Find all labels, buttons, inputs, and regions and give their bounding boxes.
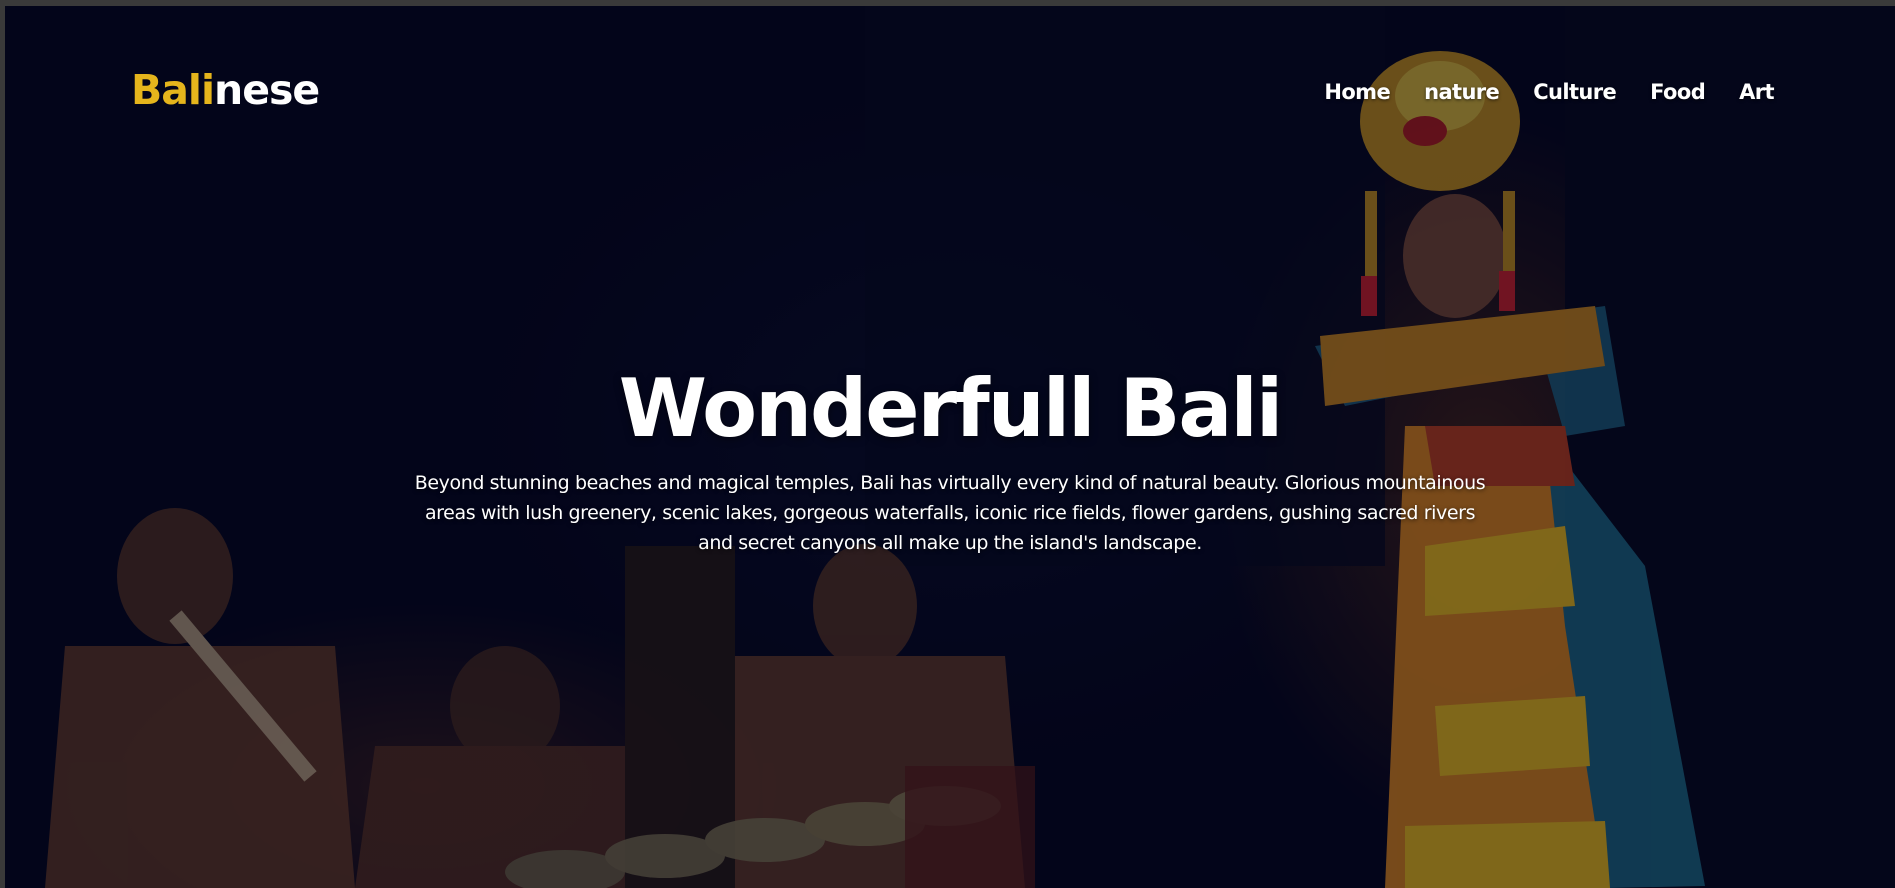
logo-rest-text: nese [214, 66, 320, 114]
hero-description: Beyond stunning beaches and magical temp… [414, 472, 1486, 554]
logo-accent-text: Bali [131, 66, 215, 114]
hero-title: Wonderfull Bali [618, 362, 1284, 455]
site-logo[interactable]: Balinese [131, 64, 320, 116]
hero-content: Wonderfull Bali Beyond stunning beaches … [5, 361, 1895, 558]
nav-art-link[interactable]: Art [1739, 78, 1774, 106]
hero-section: Balinese Home nature Culture Food Art Wo… [5, 6, 1895, 888]
site-header: Balinese Home nature Culture Food Art [5, 6, 1895, 176]
nav-home-link[interactable]: Home [1324, 78, 1390, 106]
nav-nature-link[interactable]: nature [1424, 78, 1500, 106]
nav-culture-link[interactable]: Culture [1533, 78, 1617, 106]
nav-food-link[interactable]: Food [1650, 78, 1706, 106]
main-nav: Home nature Culture Food Art [1290, 78, 1774, 106]
